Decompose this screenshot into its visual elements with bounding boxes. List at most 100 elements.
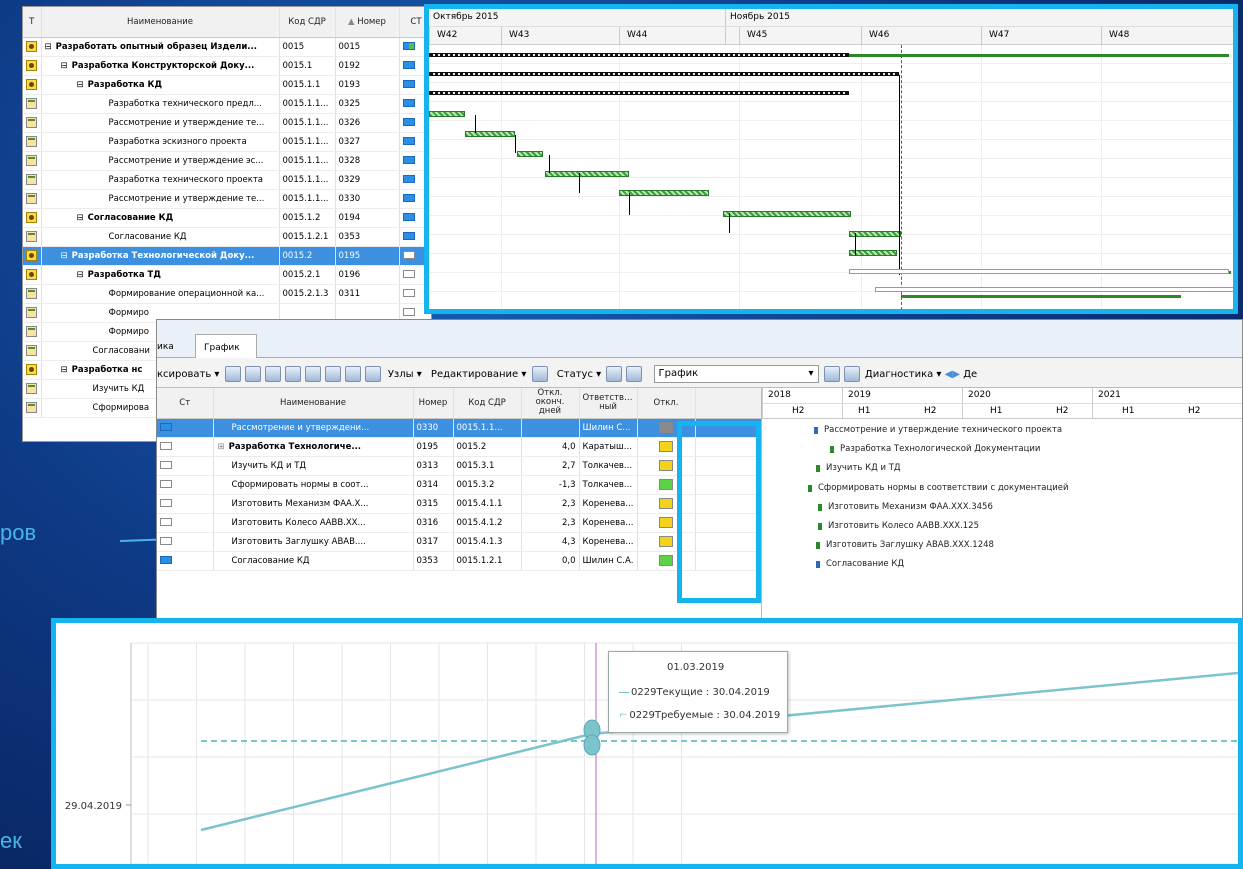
row-name-cell[interactable]: ⊞ Разработка Технологиче... <box>213 437 414 457</box>
gantt-marker[interactable] <box>816 561 820 569</box>
task-row[interactable]: Изготовить Колесо ААВВ.ХХ... 0316 0015.4.1… <box>157 513 762 533</box>
task-row[interactable]: ⊟ Разработка КД 0015.1.1 0193 <box>23 75 431 95</box>
gantt-marker[interactable] <box>816 542 820 550</box>
toolbar-icon[interactable] <box>364 366 381 382</box>
task-row[interactable]: Разработка технического предл... 0015.1.1… <box>23 94 431 114</box>
task-row[interactable]: Рассмотрение и утверждени... 0330 0015.1.1… <box>157 418 762 438</box>
collapse-icon[interactable]: ⊟ <box>77 80 84 90</box>
row-name-cell[interactable]: ⊟ Согласование КД <box>41 208 280 228</box>
toolbar-icon[interactable] <box>304 366 321 382</box>
fix-menu[interactable]: ксировать ▾ <box>157 369 219 380</box>
row-name-cell[interactable]: Изучить КД и ТД <box>213 456 414 476</box>
row-name-cell[interactable]: Изготовить Колесо ААВВ.ХХ... <box>213 513 414 533</box>
row-name-cell[interactable]: Рассмотрение и утверждение эс... <box>41 151 280 171</box>
summary-bar[interactable] <box>429 72 899 76</box>
task-row[interactable]: Изучить КД и ТД 0313 0015.3.1 2,7 Толкачев..… <box>157 456 762 476</box>
task-row[interactable]: Согласование КД 0353 0015.1.2.1 0,0 Шилин С.… <box>157 551 762 571</box>
row-name-cell[interactable]: Рассмотрение и утверждени... <box>213 418 414 438</box>
toolbar-icon[interactable] <box>264 366 281 382</box>
summary-bar-green[interactable] <box>849 54 1229 57</box>
row-name-cell[interactable]: Изготовить Механизм ФАА.Х... <box>213 494 414 514</box>
collapse-icon[interactable]: ⊟ <box>61 365 68 375</box>
task-bar[interactable] <box>723 211 851 217</box>
view-select[interactable]: График ▾ <box>653 365 819 383</box>
diagnostics-menu[interactable]: Диагностика ▾ <box>865 369 942 380</box>
summary-bar[interactable] <box>429 53 849 57</box>
task-row[interactable]: Рассмотрение и утверждение те... 0015.1.1… <box>23 113 431 133</box>
toolbar-icon[interactable] <box>823 366 840 382</box>
collapse-icon[interactable]: ⊟ <box>61 251 68 261</box>
toolbar-icon[interactable] <box>324 366 341 382</box>
collapse-icon[interactable]: ⊟ <box>77 270 84 280</box>
row-name-cell[interactable]: Согласование КД <box>213 551 414 571</box>
task-row[interactable]: Согласование КД 0015.1.2.1 0353 <box>23 227 431 247</box>
col-header-code[interactable]: Код СДР <box>279 7 336 38</box>
task-row[interactable]: ⊞ Разработка Технологиче... 0195 0015.2 4,0 К… <box>157 437 762 457</box>
expand-icon[interactable]: ⊞ <box>218 442 225 452</box>
row-name-cell[interactable]: Разработка эскизного проекта <box>41 132 280 152</box>
task-row[interactable]: ⊟ Разработка ТД 0015.2.1 0196 <box>23 265 431 285</box>
edit-menu[interactable]: Редактирование ▾ <box>431 369 526 380</box>
toolbar-icon[interactable] <box>344 366 361 382</box>
toolbar-icon[interactable] <box>284 366 301 382</box>
task-row[interactable]: ⊟ Разработка Технологической Доку... 0015.… <box>23 246 431 266</box>
gantt-marker[interactable] <box>808 484 812 492</box>
summary-bar[interactable] <box>429 91 849 95</box>
col-header-name[interactable]: Наименование <box>41 7 280 38</box>
col-header-deviation-flag[interactable]: Откл. <box>637 388 696 419</box>
task-bar[interactable] <box>429 111 465 117</box>
tab-schedule[interactable]: График <box>195 334 257 359</box>
collapse-icon[interactable]: ⊟ <box>45 42 52 52</box>
col-header-name[interactable]: Наименование <box>213 388 414 419</box>
collapse-icon[interactable]: ⊟ <box>61 61 68 71</box>
col-header-responsible[interactable]: Ответствен ный <box>579 388 638 419</box>
task-row[interactable]: Рассмотрение и утверждение те... 0015.1.1… <box>23 189 431 209</box>
task-bar[interactable] <box>517 151 543 157</box>
col-header-status[interactable]: Ст <box>157 388 214 419</box>
task-row[interactable]: Изготовить Заглушку АВАВ.... 0317 0015.4.1… <box>157 532 762 552</box>
task-row[interactable]: Разработка технического проекта 0015.1.1.… <box>23 170 431 190</box>
row-name-cell[interactable]: ⊟ Разработка Технологической Доку... <box>41 246 280 266</box>
row-name-cell[interactable]: ⊟ Разработка ТД <box>41 265 280 285</box>
task-row[interactable]: Формирование операционной ка... 0015.2.1.… <box>23 284 431 304</box>
toolbar-icon[interactable] <box>531 366 548 382</box>
summary-bar-green[interactable] <box>901 295 1181 298</box>
task-bar[interactable] <box>619 190 709 196</box>
collapse-icon[interactable]: ⊟ <box>77 213 84 223</box>
row-name-cell[interactable]: Разработка технического проекта <box>41 170 280 190</box>
tab-prev[interactable]: ика <box>157 342 174 352</box>
row-name-cell[interactable]: Рассмотрение и утверждение те... <box>41 113 280 133</box>
task-row[interactable]: ⊟ Разработка Конструкторской Доку... 0015.… <box>23 56 431 76</box>
task-bar[interactable] <box>849 250 897 256</box>
col-header-type[interactable]: Т <box>23 7 42 38</box>
task-row[interactable]: Рассмотрение и утверждение эс... 0015.1.1… <box>23 151 431 171</box>
task-bar[interactable] <box>849 231 901 237</box>
row-name-cell[interactable]: Разработка технического предл... <box>41 94 280 114</box>
nodes-menu[interactable]: Узлы ▾ <box>388 369 422 380</box>
row-name-cell[interactable]: Рассмотрение и утверждение те... <box>41 189 280 209</box>
row-name-cell[interactable]: Согласование КД <box>41 227 280 247</box>
toolbar-icon[interactable] <box>224 366 241 382</box>
gantt-marker[interactable] <box>830 446 834 454</box>
row-name-cell[interactable]: Формирование операционной ка... <box>41 284 280 304</box>
gantt-marker[interactable] <box>818 523 822 530</box>
toolbar-overflow[interactable]: Де <box>963 369 977 380</box>
row-name-cell[interactable]: Сформировать нормы в соот... <box>213 475 414 495</box>
toolbar-icon[interactable] <box>606 366 623 382</box>
col-header-number[interactable]: Номер <box>413 388 454 419</box>
col-header-number[interactable]: ▲ Номер <box>335 7 400 38</box>
toolbar-icon[interactable] <box>244 366 261 382</box>
task-row[interactable]: Сформировать нормы в соот... 0314 0015.3.2… <box>157 475 762 495</box>
gantt-marker[interactable] <box>818 503 822 511</box>
task-row[interactable]: ⊟ Согласование КД 0015.1.2 0194 <box>23 208 431 228</box>
col-header-deviation-days[interactable]: Откл. оконч. дней <box>521 388 580 419</box>
row-name-cell[interactable]: ⊟ Разработка Конструкторской Доку... <box>41 56 280 76</box>
col-header-code[interactable]: Код СДР <box>453 388 522 419</box>
task-row[interactable]: ⊟ Разработать опытный образец Издели... 00… <box>23 37 431 57</box>
gantt-marker[interactable] <box>814 427 818 434</box>
forward-icon[interactable]: ▶ <box>952 369 960 380</box>
task-row[interactable]: Изготовить Механизм ФАА.Х... 0315 0015.4.1… <box>157 494 762 514</box>
toolbar-icon[interactable] <box>626 366 643 382</box>
row-name-cell[interactable]: ⊟ Разработка КД <box>41 75 280 95</box>
row-name-cell[interactable]: Изготовить Заглушку АВАВ.... <box>213 532 414 552</box>
